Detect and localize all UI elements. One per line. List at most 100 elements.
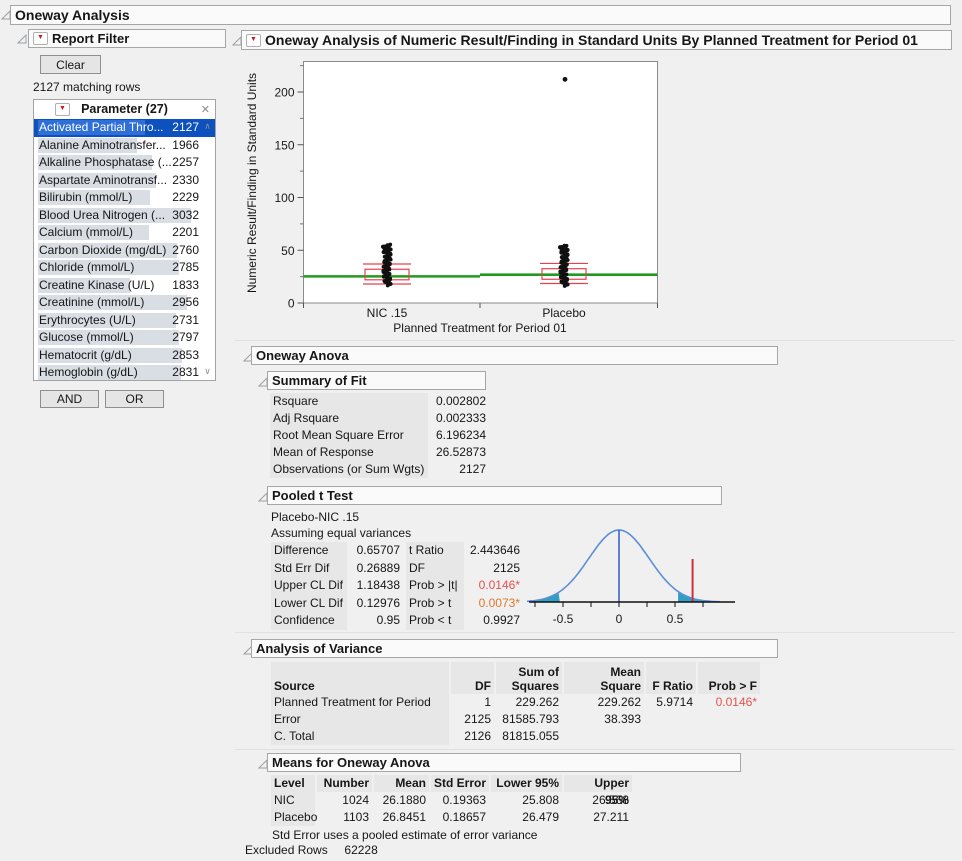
- source-cell: C. Total: [271, 728, 449, 745]
- red-triangle-menu-icon[interactable]: ▼: [33, 32, 48, 45]
- means-title: Means for Oneway Anova: [272, 755, 430, 770]
- parameter-label: Calcium (mmol/L): [39, 224, 133, 242]
- oneway-report-header[interactable]: ▼ Oneway Analysis of Numeric Result/Find…: [241, 30, 952, 50]
- parameter-count: 2201: [172, 224, 199, 242]
- parameter-list-item[interactable]: Alanine Aminotransfer... 1966: [34, 137, 215, 155]
- parameter-label: Aspartate Aminotransf...: [39, 172, 167, 190]
- table-row: Lower CL Dif 0.12976 Prob > t 0.0073*: [271, 595, 520, 613]
- summary-of-fit-header[interactable]: Summary of Fit: [267, 371, 486, 390]
- column-header: Lower 95%: [491, 775, 562, 792]
- and-button[interactable]: AND: [40, 390, 99, 408]
- parameter-list: Activated Partial Thro... 2127 Alanine A…: [34, 119, 215, 382]
- stat-value: 6.196234: [428, 427, 486, 444]
- column-header: F Ratio: [646, 662, 696, 694]
- pooled-t-test-header[interactable]: Pooled t Test: [267, 486, 722, 505]
- mean-square-cell: 38.393: [564, 711, 644, 728]
- table-row: Adj Rsquare 0.002333: [270, 410, 486, 427]
- svg-text:50: 50: [281, 244, 295, 258]
- svg-text:0.5: 0.5: [667, 612, 684, 626]
- parameter-count: 2127: [172, 119, 199, 137]
- parameter-list-item[interactable]: Calcium (mmol/L) 2201: [34, 224, 215, 242]
- prob-cell: 0.0146*: [698, 694, 760, 711]
- oneway-plot[interactable]: 050100150200: [260, 59, 666, 331]
- means-header[interactable]: Means for Oneway Anova: [267, 753, 741, 772]
- parameter-list-item[interactable]: Alkaline Phosphatase (... 2257: [34, 154, 215, 172]
- scroll-up-icon[interactable]: ∧: [201, 121, 214, 132]
- x-tick-label-nic: NIC .15: [327, 306, 447, 320]
- oneway-report-title: Oneway Analysis of Numeric Result/Findin…: [265, 32, 918, 48]
- anova-table: Source DF Sum of Squares Mean Square F R…: [271, 662, 762, 745]
- analysis-of-variance-header[interactable]: Analysis of Variance: [251, 639, 778, 658]
- parameter-count: 2797: [172, 329, 199, 347]
- parameter-count: 2785: [172, 259, 199, 277]
- level-cell: Placebo: [271, 809, 315, 826]
- mean-cell: 26.8451: [374, 809, 429, 826]
- stat-value: 2125: [464, 560, 520, 578]
- stat-label: Prob > t: [406, 595, 464, 613]
- close-icon[interactable]: ✕: [201, 101, 210, 119]
- window-title-bar[interactable]: Oneway Analysis: [10, 5, 951, 25]
- f-ratio-cell: [646, 711, 696, 728]
- parameter-label: Hematocrit (g/dL): [39, 347, 132, 365]
- section-separator: [235, 340, 955, 341]
- parameter-list-item[interactable]: Hemoglobin (g/dL) 2831: [34, 364, 215, 382]
- sum-squares-cell: 81815.055: [496, 728, 562, 745]
- table-row: NIC .15 1024 26.1880 0.19363 25.808 26.5…: [271, 792, 634, 809]
- clear-button[interactable]: Clear: [40, 55, 101, 74]
- stat-value: 26.52873: [428, 444, 486, 461]
- column-header: Mean Square: [564, 662, 644, 694]
- parameter-count: 2731: [172, 312, 199, 330]
- lower-95-cell: 25.808: [491, 792, 562, 809]
- stat-value: 0.0146*: [464, 577, 520, 595]
- parameter-list-item[interactable]: Activated Partial Thro... 2127: [34, 119, 215, 137]
- stat-value: 0.26889: [347, 560, 400, 578]
- y-axis-title: Numeric Result/Finding in Standard Units: [245, 73, 259, 293]
- scroll-down-icon[interactable]: ∨: [201, 366, 214, 377]
- parameter-list-item[interactable]: Creatine Kinase (U/L) 1833: [34, 277, 215, 295]
- stat-value: 0.9927: [464, 612, 520, 630]
- stat-value: 0.002333: [428, 410, 486, 427]
- number-cell: 1103: [317, 809, 372, 826]
- parameter-label: Glucose (mmol/L): [39, 329, 134, 347]
- parameter-count: 2831: [172, 364, 199, 382]
- table-row: Mean of Response 26.52873: [270, 444, 486, 461]
- table-row: Placebo 1103 26.8451 0.18657 26.479 27.2…: [271, 809, 634, 826]
- parameter-list-item[interactable]: Aspartate Aminotransf... 2330: [34, 172, 215, 190]
- oneway-anova-title: Oneway Anova: [256, 348, 349, 363]
- prob-cell: [698, 728, 760, 745]
- parameter-list-item[interactable]: Erythrocytes (U/L) 2731: [34, 312, 215, 330]
- parameter-list-item[interactable]: Hematocrit (g/dL) 2853: [34, 347, 215, 365]
- stat-label: Adj Rsquare: [270, 410, 428, 427]
- stat-value: 2.443646: [464, 542, 520, 560]
- parameter-list-item[interactable]: Blood Urea Nitrogen (... 3032: [34, 207, 215, 225]
- table-row: C. Total 2126 81815.055: [271, 728, 762, 745]
- pooled-t-test-title: Pooled t Test: [272, 488, 353, 503]
- parameter-count: 2229: [172, 189, 199, 207]
- x-axis-title: Planned Treatment for Period 01: [303, 321, 657, 335]
- red-triangle-menu-icon[interactable]: ▼: [246, 34, 261, 47]
- parameter-list-item[interactable]: Bilirubin (mmol/L) 2229: [34, 189, 215, 207]
- parameter-list-item[interactable]: Chloride (mmol/L) 2785: [34, 259, 215, 277]
- parameter-label: Alkaline Phosphatase (...: [39, 154, 172, 172]
- section-separator: [235, 749, 955, 750]
- stat-label: DF: [406, 560, 464, 578]
- disclosure-icon[interactable]: [17, 33, 27, 43]
- column-header: Mean: [374, 775, 429, 792]
- stat-value: 0.65707: [347, 542, 400, 560]
- stat-label: Std Err Dif: [271, 560, 347, 578]
- stat-label: Prob > |t|: [406, 577, 464, 595]
- oneway-anova-header[interactable]: Oneway Anova: [251, 346, 778, 365]
- parameter-list-item[interactable]: Creatinine (mmol/L) 2956: [34, 294, 215, 312]
- parameter-list-item[interactable]: Carbon Dioxide (mg/dL) 2760: [34, 242, 215, 260]
- df-cell: 1: [451, 694, 494, 711]
- stat-label: Mean of Response: [270, 444, 428, 461]
- parameter-count: 1833: [172, 277, 199, 295]
- analysis-of-variance-title: Analysis of Variance: [256, 641, 382, 656]
- report-filter-header[interactable]: ▼ Report Filter: [28, 29, 226, 48]
- or-button[interactable]: OR: [105, 390, 164, 408]
- table-row: Root Mean Square Error 6.196234: [270, 427, 486, 444]
- parameter-filter-panel: ▼ Parameter (27) ✕ Activated Partial Thr…: [33, 99, 216, 381]
- parameter-list-item[interactable]: Glucose (mmol/L) 2797: [34, 329, 215, 347]
- mean-cell: 26.1880: [374, 792, 429, 809]
- parameter-label: Alanine Aminotransfer...: [39, 137, 166, 155]
